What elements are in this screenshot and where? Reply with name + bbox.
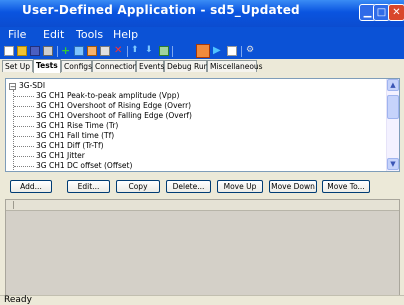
tab-bar: Set Up Tests Configs Connections Events … [0, 59, 404, 73]
save-icon[interactable] [30, 46, 40, 56]
document-icon[interactable] [227, 46, 237, 56]
tab-debug-run[interactable]: Debug Run [164, 60, 208, 72]
tree-item[interactable]: 3G CH1 DC offset (Offset) [14, 161, 132, 170]
move-down-button[interactable]: Move Down [269, 180, 317, 193]
play-icon[interactable]: ▶ [213, 46, 223, 56]
scroll-up-icon[interactable]: ▲ [387, 79, 399, 91]
menu-edit[interactable]: Edit [43, 28, 64, 41]
tree-item[interactable]: 3G CH1 Peak-to-peak amplitude (Vpp) [14, 91, 179, 100]
print-icon[interactable] [43, 46, 53, 56]
tab-miscellaneous[interactable]: Miscellaneous [207, 60, 263, 72]
delete-button[interactable]: Delete... [166, 180, 211, 193]
tree-root[interactable]: −3G-SDI [9, 81, 45, 90]
add-button[interactable]: Add... [10, 180, 52, 193]
scroll-thumb[interactable] [387, 95, 399, 119]
edit-button[interactable]: Edit... [67, 180, 110, 193]
close-button[interactable]: ✕ [388, 4, 404, 21]
tree-item[interactable]: 3G CH1 Rise Time (Tr) [14, 121, 118, 130]
column-divider[interactable] [13, 201, 14, 209]
menu-help[interactable]: Help [113, 28, 138, 41]
tab-events[interactable]: Events [136, 60, 164, 72]
menu-file[interactable]: File [8, 28, 26, 41]
settings-icon[interactable]: ⚙ [246, 46, 256, 56]
tab-configs[interactable]: Configs [61, 60, 92, 72]
tree-item[interactable]: 3G CH1 Overshoot of Rising Edge (Overr) [14, 101, 191, 110]
add-icon[interactable]: + [61, 45, 71, 56]
edit-icon[interactable] [87, 46, 97, 56]
move-down-icon[interactable]: ⬇ [145, 46, 155, 56]
move-to-button[interactable]: Move To... [322, 180, 370, 193]
chart-icon[interactable] [74, 46, 84, 56]
chart-bars-icon[interactable] [159, 46, 169, 56]
copy-icon[interactable] [100, 46, 110, 56]
tab-connections[interactable]: Connections [92, 60, 141, 72]
toolbar: + ✕ ⬆ ⬇ ▶ ⚙ [0, 44, 404, 59]
tests-panel: −3G-SDI 3G CH1 Peak-to-peak amplitude (V… [0, 73, 404, 302]
move-up-button[interactable]: Move Up [217, 180, 263, 193]
scroll-down-icon[interactable]: ▼ [387, 158, 399, 170]
tree-scrollbar[interactable]: ▲ ▼ [386, 79, 399, 171]
test-tree[interactable]: −3G-SDI 3G CH1 Peak-to-peak amplitude (V… [5, 78, 400, 172]
tree-root-label: 3G-SDI [19, 81, 46, 90]
run-icon[interactable] [196, 44, 210, 58]
copy-button[interactable]: Copy [116, 180, 160, 193]
menu-bar: File Edit Tools Help [0, 27, 404, 44]
tree-item[interactable]: 3G CH1 Fall time (Tf) [14, 131, 114, 140]
tab-set-up[interactable]: Set Up [2, 60, 33, 72]
details-panel [5, 199, 400, 297]
open-icon[interactable] [17, 46, 27, 56]
delete-icon[interactable]: ✕ [114, 46, 124, 56]
collapse-icon[interactable]: − [9, 82, 16, 90]
tree-item[interactable]: 3G CH1 Overshoot of Falling Edge (Overf) [14, 111, 192, 120]
title-bar: User-Defined Application - sd5_Updated ▁… [0, 0, 404, 27]
tab-tests[interactable]: Tests [33, 59, 61, 73]
window-title: User-Defined Application - sd5_Updated [22, 3, 300, 17]
status-bar: Ready [0, 295, 404, 305]
tree-item[interactable]: 3G CH1 Diff (Tr-Tf) [14, 141, 104, 150]
tree-item[interactable]: 3G CH1 Jitter [14, 151, 85, 160]
status-text: Ready [4, 295, 32, 305]
new-icon[interactable] [4, 46, 14, 56]
move-up-icon[interactable]: ⬆ [131, 46, 141, 56]
menu-tools[interactable]: Tools [76, 28, 103, 41]
details-header [6, 200, 399, 211]
